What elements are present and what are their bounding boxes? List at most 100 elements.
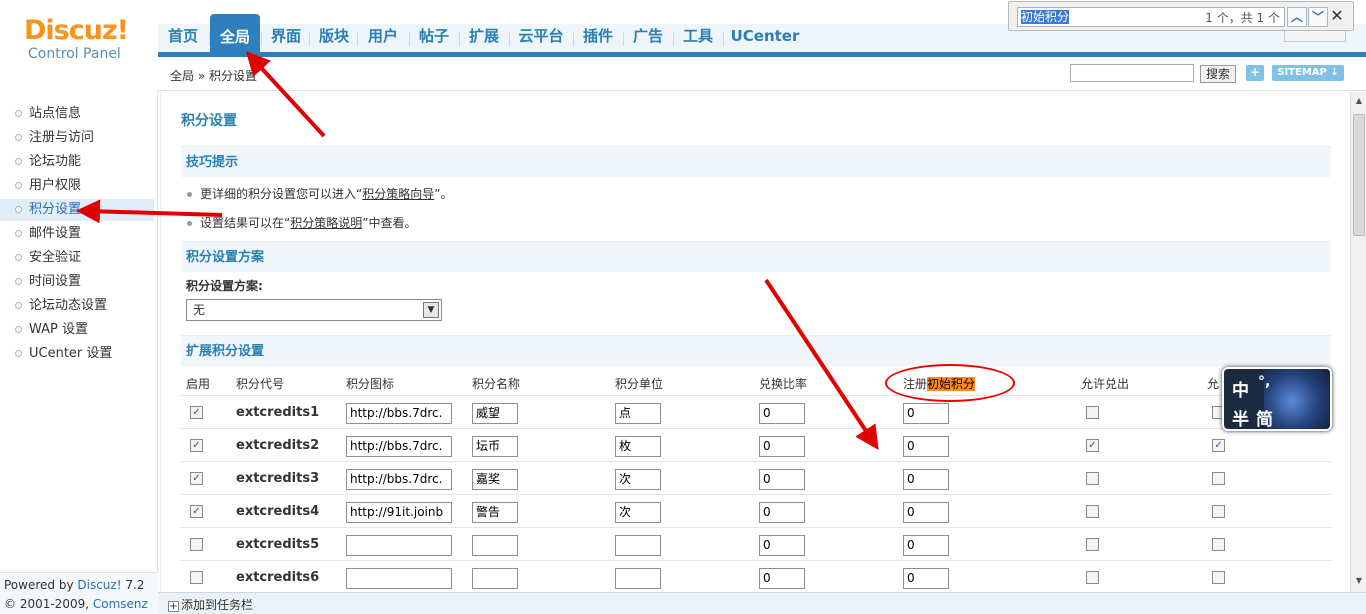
- credit-unit-input[interactable]: 次: [615, 502, 661, 523]
- exchange-ratio-input[interactable]: 0: [759, 502, 805, 523]
- allow-exchange-in-checkbox[interactable]: [1212, 505, 1225, 518]
- vertical-scrollbar[interactable]: ▲ ▼: [1350, 92, 1366, 592]
- sidebar-item[interactable]: UCenter 设置: [0, 343, 154, 365]
- allow-exchange-in-checkbox[interactable]: [1212, 472, 1225, 485]
- credit-icon-input[interactable]: http://bbs.7drc.: [346, 469, 452, 490]
- credit-unit-input[interactable]: 次: [615, 469, 661, 490]
- initial-credit-input[interactable]: 0: [903, 502, 949, 523]
- credit-unit-input[interactable]: 点: [615, 403, 661, 424]
- search-input[interactable]: [1070, 64, 1194, 82]
- nav-item[interactable]: 广告: [624, 24, 672, 54]
- enable-checkbox[interactable]: [190, 571, 203, 584]
- nav-item[interactable]: 全局: [210, 14, 260, 54]
- nav-item[interactable]: 用户: [358, 24, 408, 54]
- sidebar-item[interactable]: 邮件设置: [0, 223, 154, 245]
- scroll-up-icon[interactable]: ▲: [1353, 96, 1365, 108]
- discuz-link[interactable]: Discuz!: [77, 578, 121, 592]
- allow-exchange-out-checkbox[interactable]: [1086, 472, 1099, 485]
- scheme-select[interactable]: 无 ▼: [186, 299, 442, 321]
- credit-unit-input[interactable]: [615, 535, 661, 556]
- search-button[interactable]: 搜索: [1200, 65, 1236, 83]
- sidebar-item[interactable]: WAP 设置: [0, 319, 154, 341]
- allow-exchange-out-checkbox[interactable]: [1086, 538, 1099, 551]
- nav-item[interactable]: UCenter: [724, 24, 806, 54]
- find-count: 1 个，共 1 个: [1205, 11, 1280, 25]
- credit-name-input[interactable]: [472, 568, 518, 589]
- find-next-button[interactable]: ﹀: [1308, 7, 1328, 27]
- initial-credit-input[interactable]: 0: [903, 436, 949, 457]
- sidebar-item[interactable]: 用户权限: [0, 175, 154, 197]
- add-to-taskbar-button[interactable]: + 添加到任务栏: [168, 596, 253, 613]
- credit-icon-input[interactable]: [346, 535, 452, 556]
- chevron-down-icon: ▼: [423, 302, 439, 318]
- exchange-ratio-input[interactable]: 0: [759, 469, 805, 490]
- credit-icon-input[interactable]: http://bbs.7drc.: [346, 436, 452, 457]
- credit-icon-input[interactable]: http://91it.joinb: [346, 502, 452, 523]
- scrollbar-thumb[interactable]: [1353, 114, 1365, 236]
- nav-item[interactable]: 插件: [574, 24, 622, 54]
- strategy-description-link[interactable]: 积分策略说明: [290, 216, 362, 230]
- sitemap-button[interactable]: SITEMAP ↓: [1272, 65, 1344, 81]
- nav-item[interactable]: 工具: [674, 24, 722, 54]
- allow-exchange-out-checkbox[interactable]: [1086, 571, 1099, 584]
- credit-icon-input[interactable]: http://bbs.7drc.: [346, 403, 452, 424]
- logo[interactable]: Discuz! Control Panel: [24, 16, 134, 63]
- nav-item[interactable]: 版块: [310, 24, 358, 54]
- sidebar-item[interactable]: 论坛动态设置: [0, 295, 154, 317]
- exchange-ratio-input[interactable]: 0: [759, 568, 805, 589]
- ime-punctuation-mode[interactable]: °,: [1258, 374, 1270, 390]
- add-shortcut-button[interactable]: +: [1246, 65, 1264, 81]
- nav-item[interactable]: 界面: [262, 24, 310, 54]
- nav-item[interactable]: 帖子: [410, 24, 458, 54]
- enable-checkbox[interactable]: ✓: [190, 439, 203, 452]
- credit-name-input[interactable]: 嘉奖: [472, 469, 518, 490]
- sidebar-item[interactable]: 时间设置: [0, 271, 154, 293]
- allow-exchange-out-checkbox[interactable]: [1086, 406, 1099, 419]
- initial-credit-input[interactable]: 0: [903, 469, 949, 490]
- allow-exchange-in-checkbox[interactable]: [1212, 571, 1225, 584]
- find-prev-button[interactable]: ︿: [1287, 7, 1307, 27]
- ime-simplified-mode[interactable]: 简: [1256, 405, 1273, 429]
- sidebar-item-label: 注册与访问: [29, 130, 95, 145]
- ime-status-widget[interactable]: 中 °, 半 简: [1222, 367, 1332, 431]
- column-header: 积分代号: [236, 377, 285, 391]
- enable-checkbox[interactable]: ✓: [190, 406, 203, 419]
- allow-exchange-out-checkbox[interactable]: ✓: [1086, 439, 1099, 452]
- sidebar-item[interactable]: 站点信息: [0, 103, 154, 125]
- sidebar-item[interactable]: 积分设置: [0, 199, 154, 221]
- initial-credit-input[interactable]: 0: [903, 535, 949, 556]
- find-input[interactable]: 初始积分 1 个，共 1 个: [1017, 7, 1285, 27]
- allow-exchange-in-checkbox[interactable]: ✓: [1212, 439, 1225, 452]
- allow-exchange-in-checkbox[interactable]: [1212, 538, 1225, 551]
- ime-halfwidth-mode[interactable]: 半: [1232, 405, 1249, 429]
- credit-name-input[interactable]: [472, 535, 518, 556]
- exchange-ratio-input[interactable]: 0: [759, 535, 805, 556]
- find-close-button[interactable]: ✕: [1327, 6, 1347, 26]
- scheme-selected-value: 无: [193, 303, 206, 317]
- initial-credit-input[interactable]: 0: [903, 568, 949, 589]
- credit-name-input[interactable]: 威望: [472, 403, 518, 424]
- enable-checkbox[interactable]: ✓: [190, 505, 203, 518]
- initial-credit-input[interactable]: 0: [903, 403, 949, 424]
- allow-exchange-out-checkbox[interactable]: [1086, 505, 1099, 518]
- enable-checkbox[interactable]: ✓: [190, 472, 203, 485]
- exchange-ratio-input[interactable]: 0: [759, 436, 805, 457]
- nav-item[interactable]: 云平台: [510, 24, 572, 54]
- credit-unit-input[interactable]: [615, 568, 661, 589]
- enable-checkbox[interactable]: [190, 538, 203, 551]
- sidebar-item[interactable]: 论坛功能: [0, 151, 154, 173]
- credit-unit-input[interactable]: 枚: [615, 436, 661, 457]
- nav-item[interactable]: 首页: [158, 24, 208, 54]
- sidebar-item[interactable]: 注册与访问: [0, 127, 154, 149]
- ime-chinese-mode[interactable]: 中: [1232, 376, 1249, 401]
- scroll-down-icon[interactable]: ▼: [1353, 576, 1365, 588]
- exchange-ratio-input[interactable]: 0: [759, 403, 805, 424]
- strategy-wizard-link[interactable]: 积分策略向导: [362, 187, 434, 201]
- credit-name-input[interactable]: 坛币: [472, 436, 518, 457]
- bullet-icon: [15, 134, 22, 141]
- credit-name-input[interactable]: 警告: [472, 502, 518, 523]
- sidebar-item[interactable]: 安全验证: [0, 247, 154, 269]
- tip-text: 更详细的积分设置您可以进入“: [200, 187, 363, 201]
- credit-icon-input[interactable]: [346, 568, 452, 589]
- nav-item[interactable]: 扩展: [460, 24, 508, 54]
